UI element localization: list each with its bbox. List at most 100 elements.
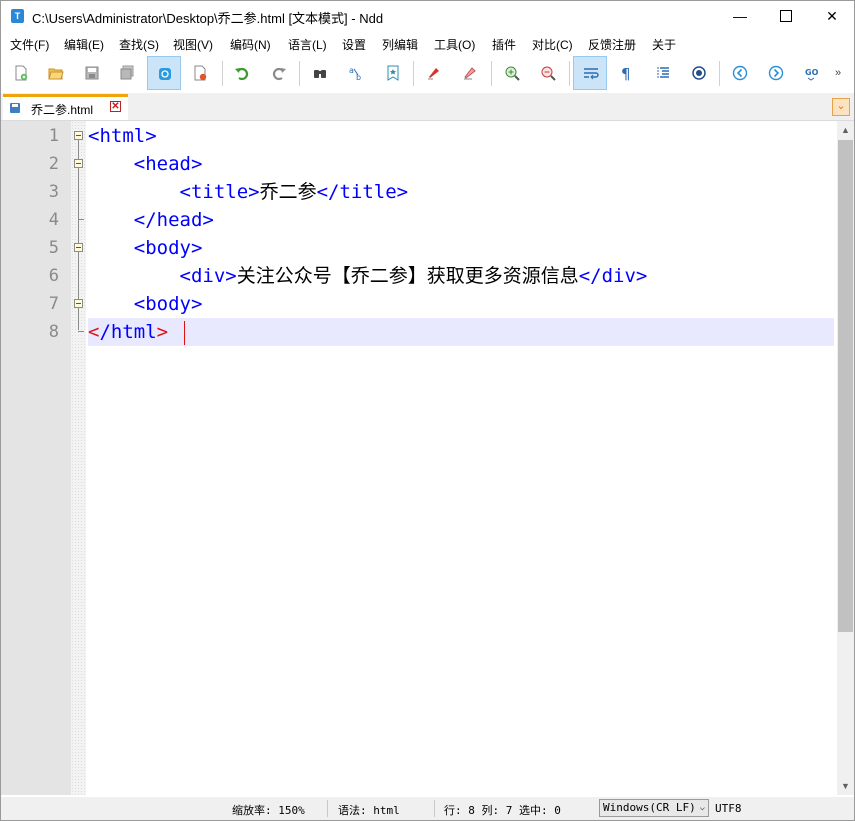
- replace-button[interactable]: ab: [339, 56, 373, 90]
- menu-view[interactable]: 视图(V): [173, 36, 213, 53]
- line-number: 8: [48, 322, 59, 342]
- macro-button[interactable]: [682, 56, 716, 90]
- svg-text:¶: ¶: [621, 65, 631, 81]
- undo-button[interactable]: [225, 56, 259, 90]
- scrollbar-thumb[interactable]: [838, 140, 853, 632]
- code-editor[interactable]: 1 2 3 4 5 6 7 8 <html> <head> <title>乔二参…: [1, 121, 854, 795]
- tab-file[interactable]: 乔二参.html ✕: [3, 94, 128, 120]
- menu-tools[interactable]: 工具(O): [434, 36, 475, 53]
- goto-line-icon: GO: [805, 68, 819, 81]
- mark-icon: [428, 68, 439, 80]
- open-file-button[interactable]: [39, 56, 73, 90]
- word-wrap-button[interactable]: [573, 56, 607, 90]
- tab-bar: 乔二参.html ✕ ⌄: [1, 93, 854, 121]
- new-file-icon: [15, 65, 28, 81]
- code-tag: </div>: [578, 265, 648, 287]
- redo-button[interactable]: [262, 56, 296, 90]
- tab-label: 乔二参.html: [31, 103, 94, 117]
- fold-toggle-icon[interactable]: [74, 299, 83, 308]
- minimize-button[interactable]: —: [717, 1, 763, 31]
- find-button[interactable]: [303, 56, 337, 90]
- code-line: <body>: [88, 290, 203, 318]
- svg-text:a: a: [349, 66, 354, 75]
- next-button[interactable]: [759, 56, 793, 90]
- undo-icon: [235, 67, 249, 81]
- file-monitor-button[interactable]: [147, 56, 181, 90]
- bookmark-icon: [387, 65, 399, 81]
- line-number: 3: [48, 182, 59, 202]
- menu-feedback[interactable]: 反馈注册: [588, 36, 636, 53]
- zoom-in-button[interactable]: [495, 56, 529, 90]
- code-line: <div>关注公众号【乔二参】获取更多资源信息</div>: [88, 262, 648, 290]
- code-line: <body>: [88, 234, 203, 262]
- scroll-up-icon[interactable]: ▲: [841, 125, 850, 135]
- code-line: </html>: [88, 318, 168, 346]
- menu-search[interactable]: 查找(S): [119, 36, 159, 53]
- menu-settings[interactable]: 设置: [342, 36, 366, 53]
- save-button[interactable]: [75, 56, 109, 90]
- mark-button[interactable]: [417, 56, 451, 90]
- syntax-status: 语法: html: [338, 804, 400, 817]
- code-line: </head>: [88, 206, 214, 234]
- code-tag: <body>: [133, 237, 203, 259]
- zoom-status: 缩放率: 150%: [232, 804, 305, 817]
- code-line: <head>: [88, 150, 203, 178]
- tab-close-button[interactable]: ✕: [110, 101, 121, 112]
- tab-list-dropdown[interactable]: ⌄: [832, 98, 850, 116]
- menu-file[interactable]: 文件(F): [10, 36, 49, 53]
- menu-about[interactable]: 关于: [652, 36, 676, 53]
- menu-column-edit[interactable]: 列编辑: [382, 36, 418, 53]
- show-symbols-icon: ¶: [621, 65, 631, 81]
- menu-encoding[interactable]: 编码(N): [230, 36, 271, 53]
- zoom-out-button[interactable]: [531, 56, 565, 90]
- line-ending-select[interactable]: Windows(CR LF) ⌵: [599, 799, 709, 817]
- code-text: 乔二参: [259, 181, 317, 203]
- zoom-out-icon: [541, 66, 556, 81]
- maximize-button[interactable]: [763, 1, 809, 31]
- code-tag: <html>: [88, 125, 157, 147]
- clear-mark-button[interactable]: [453, 56, 487, 90]
- vertical-scrollbar[interactable]: ▲ ▼: [837, 121, 854, 795]
- chevron-down-icon: ⌵: [699, 803, 705, 813]
- line-number: 4: [48, 210, 59, 230]
- new-file-button[interactable]: [4, 56, 38, 90]
- macro-icon: [692, 66, 706, 80]
- toolbar-overflow-button[interactable]: »: [835, 67, 841, 79]
- bookmark-button[interactable]: [376, 56, 410, 90]
- fold-toggle-icon[interactable]: [74, 159, 83, 168]
- line-number: 2: [48, 154, 59, 174]
- window-title: C:\Users\Administrator\Desktop\乔二参.html …: [32, 11, 384, 26]
- show-symbols-button[interactable]: ¶: [609, 56, 643, 90]
- line-ending-value: Windows(CR LF): [603, 801, 696, 814]
- save-all-button[interactable]: [110, 56, 144, 90]
- indent-guide-button[interactable]: [646, 56, 680, 90]
- toolbar-separator: [222, 61, 223, 86]
- code-tag: /html: [99, 321, 157, 343]
- toolbar-separator: [413, 61, 414, 86]
- toolbar: ab ¶ GO »: [1, 55, 854, 92]
- status-separator: [327, 800, 328, 817]
- menu-edit[interactable]: 编辑(E): [64, 36, 104, 53]
- close-file-button[interactable]: [183, 56, 217, 90]
- fold-toggle-icon[interactable]: [74, 243, 83, 252]
- menu-language[interactable]: 语言(L): [288, 36, 327, 53]
- toolbar-separator: [569, 61, 570, 86]
- cursor-position-status: 行: 8 列: 7 选中: 0: [444, 804, 561, 817]
- goto-line-button[interactable]: GO: [796, 56, 830, 90]
- scroll-down-icon[interactable]: ▼: [841, 781, 850, 791]
- prev-button[interactable]: [723, 56, 757, 90]
- code-text: 关注公众号【乔二参】获取更多资源信息: [236, 265, 579, 287]
- menu-plugins[interactable]: 插件: [492, 36, 516, 53]
- app-icon: T: [11, 9, 24, 23]
- save-all-icon: [120, 65, 134, 80]
- code-line: <title>乔二参</title>: [88, 178, 409, 206]
- fold-toggle-icon[interactable]: [74, 131, 83, 140]
- redo-icon: [272, 67, 286, 81]
- menu-compare[interactable]: 对比(C): [532, 36, 573, 53]
- code-tag: <title>: [179, 181, 260, 203]
- close-window-button[interactable]: ✕: [809, 1, 855, 31]
